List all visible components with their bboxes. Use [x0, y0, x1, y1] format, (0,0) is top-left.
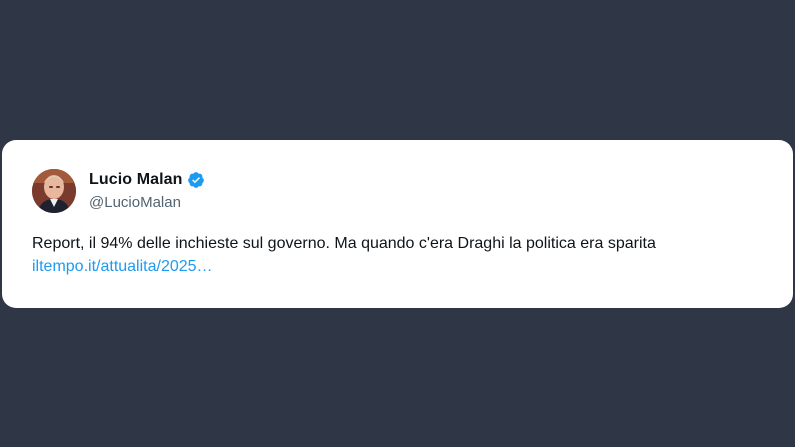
tweet-card[interactable]: Lucio Malan @LucioMalan Report, il 94% d…: [2, 140, 793, 308]
author-name[interactable]: Lucio Malan: [89, 171, 183, 189]
author-avatar[interactable]: [32, 169, 76, 213]
author-handle[interactable]: @LucioMalan: [89, 194, 181, 211]
tweet-text: Report, il 94% delle inchieste sul gover…: [32, 235, 656, 252]
tweet-link[interactable]: iltempo.it/attualita/2025…: [32, 255, 213, 278]
verified-badge-icon: [187, 172, 204, 188]
author-name-row: Lucio Malan: [89, 171, 205, 189]
